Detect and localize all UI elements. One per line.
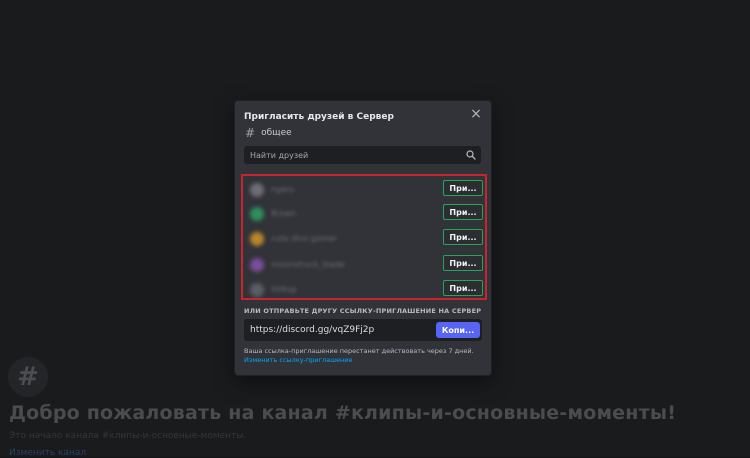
welcome-subtitle: Это начало канала #клипы-и-основные-моме… (9, 431, 247, 441)
invite-link-label: ИЛИ ОТПРАВЬТЕ ДРУГУ ССЫЛКУ-ПРИГЛАШЕНИЕ Н… (244, 307, 482, 315)
friend-name: Hilltop (271, 285, 297, 294)
friend-row: ngaro При... (245, 178, 483, 200)
invite-modal: Пригласить друзей в Сервер × # общее nga… (235, 101, 491, 375)
close-icon[interactable]: × (469, 107, 483, 121)
search-icon[interactable] (466, 150, 476, 160)
search-input[interactable] (244, 146, 454, 164)
friend-name: Brown (271, 209, 297, 218)
avatar (250, 183, 264, 197)
invite-button[interactable]: При... (443, 229, 483, 245)
friends-list: ngaro При... Brown При... cute dino game… (241, 174, 487, 300)
friend-name: moonstruck_blade (271, 260, 345, 269)
channel-hash-icon: # (8, 357, 48, 397)
copy-button[interactable]: Копи... (436, 322, 480, 338)
friend-row: Hilltop При... (245, 278, 483, 300)
hash-icon: # (245, 126, 256, 140)
avatar (250, 283, 264, 297)
avatar (250, 232, 264, 246)
friend-row: cute dino gamer При... (245, 227, 483, 249)
expiry-text: Ваша ссылка-приглашение перестанет дейст… (244, 347, 474, 355)
channel-name: общее (261, 128, 292, 138)
modal-title: Пригласить друзей в Сервер (244, 112, 394, 122)
friend-row: Brown При... (245, 202, 483, 224)
friend-name: ngaro (271, 185, 295, 194)
channel-row: # общее (245, 126, 292, 140)
edit-invite-link[interactable]: Изменить ссылку-приглашение (244, 356, 353, 364)
avatar (250, 207, 264, 221)
avatar (250, 258, 264, 272)
invite-button[interactable]: При... (443, 180, 483, 196)
search-box (244, 146, 481, 164)
invite-button[interactable]: При... (443, 204, 483, 220)
invite-button[interactable]: При... (443, 280, 483, 296)
friend-row: moonstruck_blade При... (245, 253, 483, 275)
invite-link-box: Копи... (244, 319, 482, 341)
welcome-title: Добро пожаловать на канал #клипы-и-основ… (9, 402, 677, 424)
invite-link-field[interactable] (244, 319, 424, 341)
expiry-note: Ваша ссылка-приглашение перестанет дейст… (244, 347, 484, 365)
invite-button[interactable]: При... (443, 255, 483, 271)
friend-name: cute dino gamer (271, 234, 337, 243)
